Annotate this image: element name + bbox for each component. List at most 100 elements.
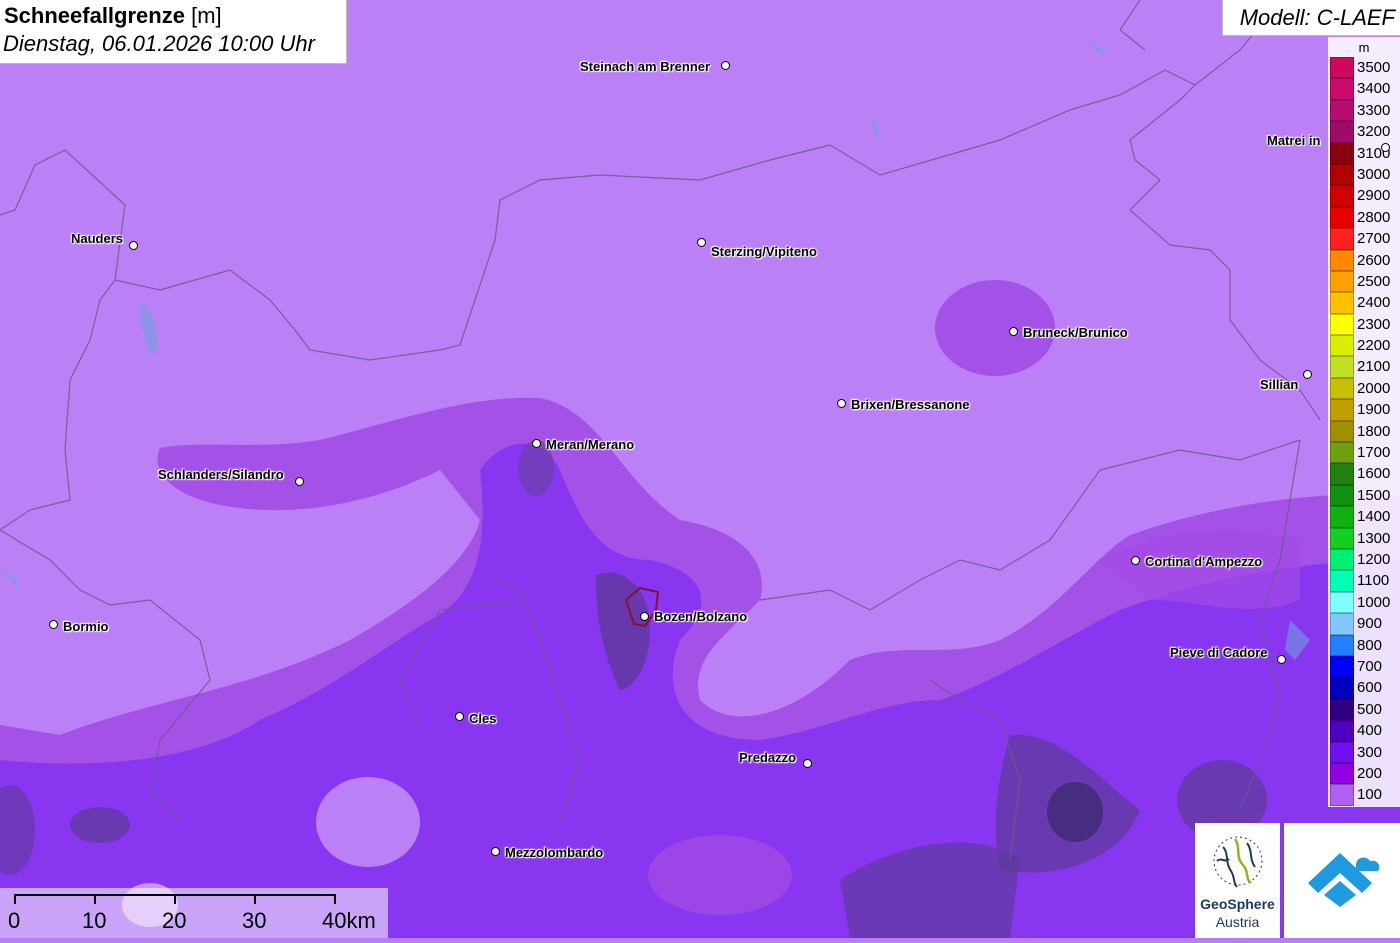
app-logo[interactable] xyxy=(1284,823,1400,938)
legend-value: 1800 xyxy=(1357,422,1391,440)
legend-swatch xyxy=(1330,677,1354,699)
scale-tick xyxy=(94,894,96,904)
legend-value: 700 xyxy=(1357,657,1383,675)
place-marker-dot[interactable] xyxy=(640,612,649,621)
legend-value: 1300 xyxy=(1357,529,1391,547)
legend-value: 2000 xyxy=(1357,379,1391,397)
place-marker-dot[interactable] xyxy=(455,712,464,721)
place-label: Cortina d'Ampezzo xyxy=(1145,554,1263,569)
legend-value: 1600 xyxy=(1357,465,1391,483)
legend-value: 2300 xyxy=(1357,315,1391,333)
place-marker-dot[interactable] xyxy=(49,620,58,629)
place-label: Pieve di Cadore xyxy=(1170,645,1268,660)
legend-swatch xyxy=(1330,206,1354,229)
legend-swatch xyxy=(1330,698,1354,721)
scale-label: 40km xyxy=(322,908,376,933)
legend-unit: m xyxy=(1358,40,1370,55)
place-label: Matrei in xyxy=(1267,133,1321,148)
legend-value: 200 xyxy=(1357,764,1383,782)
place-label: Brixen/Bressanone xyxy=(851,397,970,412)
place-marker-dot[interactable] xyxy=(721,61,730,70)
legend-value: 2200 xyxy=(1357,337,1391,355)
legend-swatch xyxy=(1330,463,1354,485)
scale-tick xyxy=(254,894,256,904)
geosphere-emblem-icon xyxy=(1213,836,1263,888)
legend-value: 1400 xyxy=(1357,508,1391,526)
legend-swatch xyxy=(1330,527,1354,549)
legend-value: 2900 xyxy=(1357,187,1391,205)
legend-value: 300 xyxy=(1357,743,1383,761)
legend-swatch xyxy=(1330,270,1354,293)
geosphere-logo[interactable]: GeoSphere Austria xyxy=(1195,823,1280,938)
legend-swatch xyxy=(1330,356,1354,378)
place-marker-dot[interactable] xyxy=(129,241,138,250)
map-title: Schneefallgrenze [m] xyxy=(4,3,222,29)
place-label: Cles xyxy=(469,711,497,726)
place-marker-dot[interactable] xyxy=(837,399,846,408)
legend-swatch xyxy=(1330,57,1354,79)
place-label: Bruneck/Brunico xyxy=(1023,325,1128,340)
legend-value: 1900 xyxy=(1357,401,1391,419)
legend-value: 1500 xyxy=(1357,486,1391,504)
legend-value: 3300 xyxy=(1357,101,1391,119)
legend-swatch xyxy=(1330,121,1354,143)
place-marker-dot[interactable] xyxy=(1009,327,1018,336)
scale-tick xyxy=(14,894,16,904)
legend-value: 2400 xyxy=(1357,294,1391,312)
legend-value: 3000 xyxy=(1357,165,1391,183)
scale-label: 30 xyxy=(242,908,267,933)
legend-swatch xyxy=(1330,185,1354,207)
map-title-name: Schneefallgrenze xyxy=(4,3,185,28)
legend-value: 2500 xyxy=(1357,272,1391,290)
legend-value: 2800 xyxy=(1357,208,1391,226)
legend-swatch xyxy=(1330,335,1354,357)
place-marker-dot[interactable] xyxy=(491,847,500,856)
place-marker-dot[interactable] xyxy=(697,238,706,247)
place-label: Sterzing/Vipiteno xyxy=(711,244,817,259)
legend-swatch xyxy=(1330,377,1354,400)
legend-swatch xyxy=(1330,720,1354,742)
legend-value: 1100 xyxy=(1357,572,1390,590)
legend-value: 3200 xyxy=(1357,123,1391,141)
map-title-unit: [m] xyxy=(191,3,222,28)
legend-swatch xyxy=(1330,741,1354,763)
legend-swatch xyxy=(1330,78,1354,100)
place-label: Mezzolombardo xyxy=(505,845,604,860)
place-marker-dot[interactable] xyxy=(1303,370,1312,379)
place-marker-dot[interactable] xyxy=(295,477,304,486)
legend-swatch xyxy=(1330,548,1354,571)
legend-value: 1000 xyxy=(1357,593,1391,611)
scale-label: 20 xyxy=(162,908,187,933)
legend-swatch xyxy=(1330,506,1354,528)
legend-value: 800 xyxy=(1357,636,1383,654)
place-label: Predazzo xyxy=(739,750,797,765)
legend-value: 2100 xyxy=(1357,358,1391,376)
place-marker-dot[interactable] xyxy=(1381,143,1390,152)
legend-swatch xyxy=(1330,655,1354,678)
geosphere-country: Austria xyxy=(1215,914,1260,930)
legend-swatch xyxy=(1330,442,1354,464)
place-marker-dot[interactable] xyxy=(1131,556,1140,565)
cloud-arrow-icon xyxy=(1308,853,1380,907)
scale-tick xyxy=(334,894,336,904)
map-datetime: Dienstag, 06.01.2026 10:00 Uhr xyxy=(3,31,315,56)
place-label: Steinach am Brenner xyxy=(580,59,711,74)
legend-swatch xyxy=(1330,570,1354,592)
place-marker-dot[interactable] xyxy=(532,439,541,448)
scale-tick xyxy=(174,894,176,904)
legend-swatch xyxy=(1330,313,1354,336)
place-marker-dot[interactable] xyxy=(1277,655,1286,664)
place-label: Sillian xyxy=(1260,377,1299,392)
legend-swatch xyxy=(1330,292,1354,314)
model-panel: Modell: C-LAEF xyxy=(1222,0,1400,36)
scale-label: 0 xyxy=(8,908,21,933)
legend-swatch xyxy=(1330,591,1354,614)
legend-swatch xyxy=(1330,249,1354,271)
scale-bar: 0 10 20 30 40km xyxy=(0,888,388,938)
place-marker-dot[interactable] xyxy=(803,759,812,768)
model-label: Modell: C-LAEF xyxy=(1239,5,1395,30)
color-legend: m 3500 3400 3300 3200 3100 3000 2900 2800 2700 26… xyxy=(1328,37,1400,807)
legend-value: 3500 xyxy=(1357,59,1391,76)
legend-swatch xyxy=(1330,228,1354,250)
legend-swatch xyxy=(1330,163,1354,186)
